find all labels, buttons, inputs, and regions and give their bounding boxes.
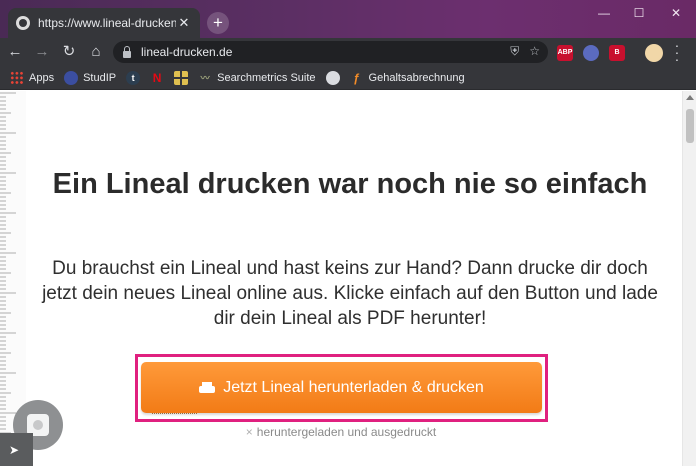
bookmark-globe[interactable] <box>325 70 340 85</box>
globe-icon <box>16 16 30 30</box>
download-print-button-label: Jetzt Lineal herunterladen & drucken <box>223 378 484 396</box>
bookmark-studip[interactable]: StudIP <box>64 70 117 85</box>
bitwarden-icon[interactable]: B <box>609 45 625 61</box>
scroll-up-arrow-icon[interactable] <box>686 95 694 100</box>
payroll-icon: ƒ <box>353 70 360 85</box>
grid-icon <box>174 70 189 85</box>
browser-menu-icon[interactable]: · · · <box>672 38 682 66</box>
bookmark-searchmetrics[interactable]: 〰 Searchmetrics Suite <box>198 71 316 85</box>
download-counter: × heruntergeladen und ausgedruckt <box>0 425 682 439</box>
maximize-button[interactable]: ☐ <box>625 4 653 22</box>
minimize-button[interactable]: — <box>590 4 618 22</box>
abp-icon[interactable]: ABP <box>557 45 573 61</box>
globe-icon <box>325 70 340 85</box>
bookmark-label: Searchmetrics Suite <box>217 71 316 84</box>
lock-icon[interactable] <box>123 45 131 58</box>
shield-icon[interactable]: ⛨ <box>510 44 519 59</box>
forward-button[interactable]: → <box>30 40 54 64</box>
bookmark-label: StudIP <box>83 71 117 84</box>
tab-title: https://www.lineal-drucken.de <box>38 16 176 30</box>
page-title: Ein Lineal drucken war noch nie so einfa… <box>52 168 648 200</box>
browser-title-bar: https://www.lineal-drucken.de ✕ + — ☐ ✕ <box>0 0 696 38</box>
bookmark-apps[interactable]: Apps <box>10 70 55 85</box>
bookmark-netflix[interactable]: N <box>150 71 164 85</box>
extension-icon[interactable] <box>583 45 599 61</box>
counter-label: heruntergeladen und ausgedruckt <box>256 425 437 439</box>
home-button[interactable]: ⌂ <box>84 40 108 64</box>
netflix-icon: N <box>152 70 162 85</box>
intro-paragraph: Du brauchst ein Lineal und hast keins zu… <box>42 258 658 329</box>
back-button[interactable]: ← <box>3 40 27 64</box>
star-icon[interactable]: ☆ <box>529 44 540 59</box>
tumblr-icon: t <box>126 70 141 85</box>
browser-tab[interactable]: https://www.lineal-drucken.de ✕ <box>8 8 200 38</box>
new-tab-button[interactable]: + <box>207 12 229 34</box>
close-window-button[interactable]: ✕ <box>662 4 690 22</box>
bookmark-grid[interactable] <box>174 70 189 85</box>
url-text: lineal-drucken.de <box>141 45 233 59</box>
page-viewport: Ein Lineal drucken war noch nie so einfa… <box>0 91 696 466</box>
bookmark-gehaltsabrechnung[interactable]: ƒ Gehaltsabrechnung <box>350 70 465 85</box>
reload-button[interactable]: ↻ <box>57 40 81 64</box>
searchmetrics-icon: 〰 <box>200 72 210 83</box>
corner-widget[interactable]: ➤ <box>0 433 33 466</box>
address-bar[interactable]: lineal-drucken.de ⛨ ☆ <box>113 41 548 63</box>
scroll-thumb[interactable] <box>686 109 694 143</box>
vertical-scrollbar[interactable] <box>682 91 696 466</box>
loading-dots <box>152 413 197 414</box>
apps-grid-icon <box>10 70 24 85</box>
profile-avatar[interactable] <box>645 44 663 62</box>
printer-icon <box>199 381 216 394</box>
bookmark-label: Apps <box>29 71 55 84</box>
studip-icon <box>64 70 79 85</box>
counter-prefix: × <box>245 425 253 439</box>
download-print-button[interactable]: Jetzt Lineal herunterladen & drucken <box>141 362 542 413</box>
tab-close-button[interactable]: ✕ <box>176 15 192 31</box>
bookmark-label: Gehaltsabrechnung <box>368 71 465 84</box>
arrow-icon: ➤ <box>9 443 20 457</box>
bookmarks-bar: Apps StudIP t N 〰 Searchmetrics Suite ƒ … <box>0 66 696 90</box>
bookmark-tumblr[interactable]: t <box>126 70 141 85</box>
